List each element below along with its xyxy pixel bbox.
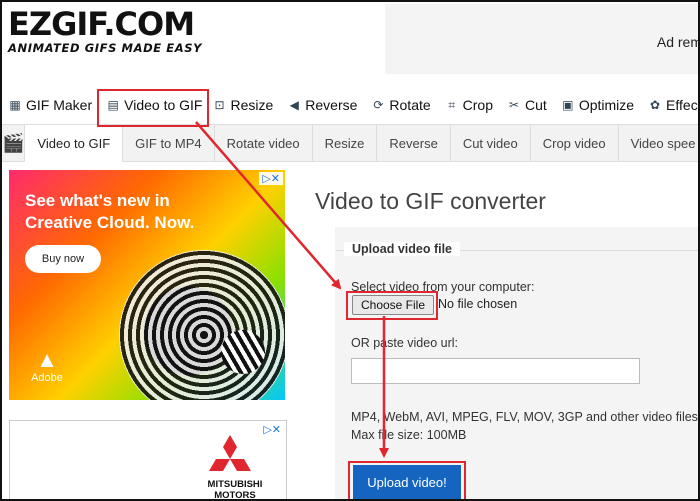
tab-video-speed[interactable]: Video spee <box>617 125 698 161</box>
tab-rotate-video[interactable]: Rotate video <box>213 125 312 161</box>
nav-label: Reverse <box>305 97 358 113</box>
nav-label: Optimize <box>578 97 635 113</box>
clapperboard-icon: 🎬 <box>2 132 25 153</box>
gif-maker-icon: ▦ <box>9 98 21 112</box>
mitsubishi-brand: MITSUBISHI MOTORS <box>207 479 263 501</box>
highlight-video-to-gif <box>97 89 209 127</box>
sub-nav: 🎬 Video to GIF GIF to MP4 Rotate video R… <box>2 124 698 162</box>
adobe-label: Adobe <box>31 372 63 384</box>
nav-label: Crop <box>462 97 494 113</box>
nav-crop[interactable]: ⌗ Crop <box>445 97 493 113</box>
ad-buy-now-button[interactable]: Buy now <box>25 245 101 273</box>
nav-label: Rotate <box>389 97 431 113</box>
ad-headline: See what's new in Creative Cloud. Now. <box>25 191 195 232</box>
highlight-upload <box>348 461 466 499</box>
tab-crop-video[interactable]: Crop video <box>529 125 618 161</box>
tab-resize[interactable]: Resize <box>311 125 377 161</box>
max-size-text: Max file size: 100MB <box>351 428 467 442</box>
header-ad[interactable]: Ad rem <box>385 4 698 74</box>
page-frame: EZGIF.COM ANIMATED GIFS MADE EASY Ad rem… <box>0 0 700 501</box>
reverse-icon: ◀ <box>289 98 299 112</box>
nav-optimize[interactable]: ▣ Optimize <box>561 97 634 113</box>
fieldset-legend: Upload video file <box>344 242 461 256</box>
nav-label: Cut <box>525 97 547 113</box>
nav-label: Resize <box>230 97 274 113</box>
site-logo[interactable]: EZGIF.COM ANIMATED GIFS MADE EASY <box>8 8 202 55</box>
nav-cut[interactable]: ✂ Cut <box>507 97 547 113</box>
nav-gif-maker[interactable]: ▦ GIF Maker <box>8 97 92 113</box>
cut-icon: ✂ <box>508 98 520 112</box>
header-ad-text: Ad rem <box>656 34 700 50</box>
logo-main: EZGIF.COM <box>8 5 195 43</box>
optimize-icon: ▣ <box>562 98 574 112</box>
adobe-icon: ▲ <box>36 347 58 372</box>
highlight-choose-file <box>346 291 438 320</box>
nav-resize[interactable]: ⊡ Resize <box>212 97 273 113</box>
nav-label: Effects <box>666 97 698 113</box>
adobe-logo: ▲ Adobe <box>25 347 69 385</box>
video-url-input[interactable] <box>351 358 640 384</box>
effects-icon: ✿ <box>650 98 661 112</box>
resize-icon: ⊡ <box>214 98 225 112</box>
crop-icon: ⌗ <box>448 98 456 112</box>
formats-text: MP4, WebM, AVI, MPEG, FLV, MOV, 3GP and … <box>351 410 698 424</box>
tab-reverse[interactable]: Reverse <box>376 125 449 161</box>
nav-rotate[interactable]: ⟳ Rotate <box>371 97 430 113</box>
creative-cloud-ad[interactable]: See what's new in Creative Cloud. Now. B… <box>9 170 285 400</box>
ad-artwork <box>119 250 285 400</box>
logo-tagline: ANIMATED GIFS MADE EASY <box>8 41 203 55</box>
mitsubishi-ad[interactable]: MITSUBISHI MOTORS ▷✕ <box>9 420 287 501</box>
adchoices-icon[interactable]: ▷✕ <box>260 423 284 436</box>
rotate-icon: ⟳ <box>373 98 384 112</box>
nav-reverse[interactable]: ◀ Reverse <box>287 97 358 113</box>
tab-cut-video[interactable]: Cut video <box>449 125 530 161</box>
ad-artwork-ball <box>221 330 265 374</box>
no-file-text: No file chosen <box>438 297 518 311</box>
adchoices-icon[interactable]: ▷✕ <box>259 172 283 185</box>
nav-effects[interactable]: ✿ Effects <box>648 97 698 113</box>
paste-url-label: OR paste video url: <box>351 336 458 350</box>
nav-label: GIF Maker <box>26 97 93 113</box>
tab-video-to-gif[interactable]: Video to GIF <box>24 125 123 162</box>
tab-gif-to-mp4[interactable]: GIF to MP4 <box>122 125 213 161</box>
page-title: Video to GIF converter <box>315 188 546 214</box>
